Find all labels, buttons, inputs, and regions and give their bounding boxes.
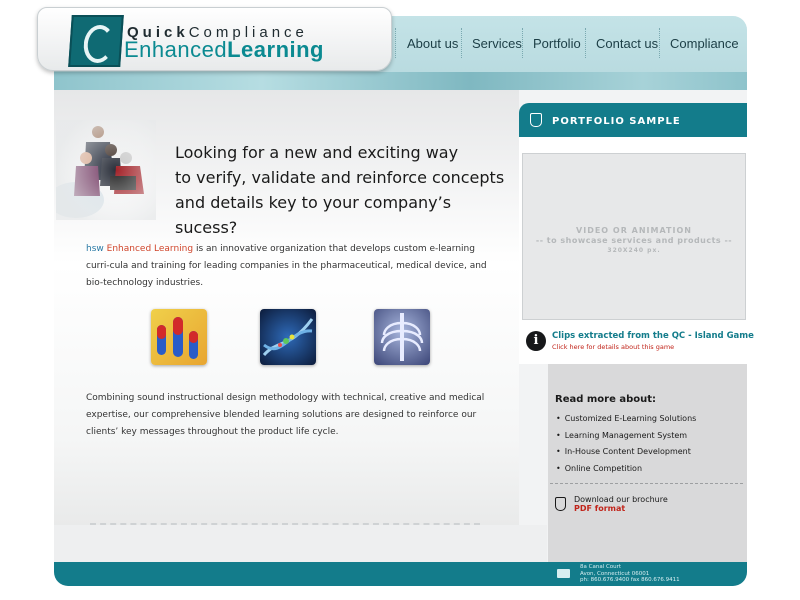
intro-paragraph: hsw Enhanced Learning is an innovative o… bbox=[86, 244, 487, 288]
video-size: 320X240 px. bbox=[607, 247, 661, 254]
portfolio-header: PORTFOLIO SAMPLE bbox=[519, 103, 747, 137]
address-icon bbox=[557, 569, 570, 578]
read-more-item[interactable]: Online Competition bbox=[556, 464, 642, 473]
mouse-icon bbox=[555, 497, 566, 511]
video-caption: -- to showcase services and products -- bbox=[535, 236, 733, 245]
nav-about-us[interactable]: About us bbox=[407, 36, 458, 51]
pdf-download-link[interactable]: PDF format bbox=[574, 504, 625, 513]
video-label: VIDEO OR ANIMATION bbox=[576, 226, 692, 235]
dna-image bbox=[260, 309, 316, 365]
nav-portfolio[interactable]: Portfolio bbox=[533, 36, 581, 51]
nav-services[interactable]: Services bbox=[472, 36, 522, 51]
read-more-item[interactable]: Learning Management System bbox=[556, 431, 687, 440]
nav-separator bbox=[659, 28, 660, 58]
nav-separator bbox=[522, 28, 523, 58]
footer-address: 8a Canal Court Avon, Connecticut 06001 p… bbox=[580, 564, 680, 583]
logo-text-enhanced-learning: EnhancedLearning bbox=[124, 37, 324, 62]
content-bottom bbox=[54, 525, 547, 562]
dashed-divider bbox=[90, 523, 480, 525]
nav-separator bbox=[461, 28, 462, 58]
nav-contact-us[interactable]: Contact us bbox=[596, 36, 658, 51]
nav-separator bbox=[395, 28, 396, 58]
video-placeholder[interactable]: VIDEO OR ANIMATION -- to showcase servic… bbox=[522, 153, 746, 320]
logo-icon[interactable] bbox=[68, 15, 124, 67]
nav-compliance[interactable]: Compliance bbox=[670, 36, 739, 51]
pills-image bbox=[151, 309, 207, 365]
portfolio-title: PORTFOLIO SAMPLE bbox=[552, 116, 681, 127]
read-more-title: Read more about: bbox=[555, 394, 657, 405]
solutions-paragraph: Combining sound instructional design met… bbox=[86, 393, 485, 437]
nav-separator bbox=[585, 28, 586, 58]
mouse-icon bbox=[530, 113, 542, 127]
business-team-photo bbox=[56, 120, 156, 220]
sidebar-divider bbox=[550, 483, 743, 484]
ribcage-xray-image bbox=[374, 309, 430, 365]
clips-details-link[interactable]: Click here for details about this game bbox=[552, 343, 674, 351]
read-more-item[interactable]: In-House Content Development bbox=[556, 447, 691, 456]
hero-headline: Looking for a new and exciting way to ve… bbox=[175, 143, 505, 237]
decorative-wave-bar bbox=[54, 72, 747, 90]
clips-title[interactable]: Clips extracted from the QC - Island Gam… bbox=[552, 331, 754, 341]
info-icon: i bbox=[526, 331, 546, 351]
read-more-item[interactable]: Customized E-Learning Solutions bbox=[556, 414, 697, 423]
